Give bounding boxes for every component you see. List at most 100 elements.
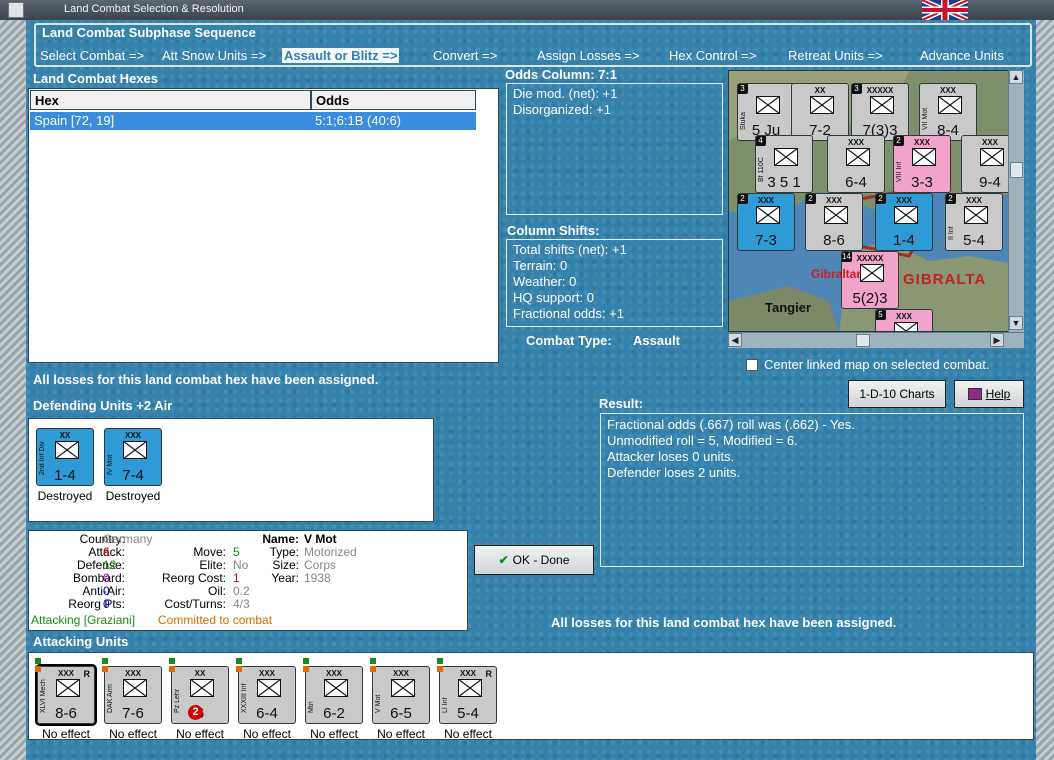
stack-count-badge: 3 — [852, 84, 862, 94]
unit-strength: 6-4 — [256, 705, 278, 722]
scroll-up-button[interactable]: ▲ — [1009, 70, 1023, 84]
elite-value: No — [233, 558, 249, 572]
phase-step-att-snow-units[interactable]: Att Snow Units => — [162, 48, 266, 63]
unit-strength: 1-4 — [893, 232, 915, 249]
unit-size-code: XXX — [392, 669, 409, 678]
checkmark-icon: ✔ — [498, 553, 509, 567]
unit-counter[interactable]: XXX Mtn 6-2 — [305, 666, 363, 724]
phase-step-assault-or-blitz[interactable]: Assault or Blitz => — [282, 48, 400, 63]
vertical-scroll-thumb[interactable] — [1010, 162, 1023, 178]
help-button[interactable]: Help — [954, 380, 1024, 408]
unit-counter[interactable]: XXX VII Mot 8-4 — [919, 83, 977, 141]
reorg-cost-label: Reorg Cost: — [161, 571, 226, 585]
unit-counter[interactable]: XXX 6-4 — [827, 135, 885, 193]
unit-counter[interactable]: XXX XXXIII Inf 6-4 — [238, 666, 296, 724]
unit-counter[interactable]: XXX XLVI Mech 8-6 R — [35, 664, 97, 726]
horizontal-scroll-thumb[interactable] — [856, 334, 870, 347]
unit-counter[interactable]: XX 7-2 — [791, 83, 849, 141]
unit-counter[interactable]: XXX II Inf 5-4 2 — [945, 193, 1003, 251]
unit-counter[interactable]: XX 2nd Inf Div 1-4 — [36, 428, 94, 486]
unit-counter[interactable]: XXX V Mot 6-5 — [372, 666, 430, 724]
hex-row-odds[interactable]: 5:1;6:1B (40:6) — [311, 112, 476, 130]
unit-size-code: XXX — [325, 669, 342, 678]
unit-type-symbol-icon — [55, 441, 79, 459]
phase-step-retreat-units[interactable]: Retreat Units => — [788, 48, 883, 63]
window-icon[interactable] — [8, 2, 24, 18]
stack-count-badge: 14 — [842, 252, 852, 262]
unit-counter[interactable]: XXX DAK Arm 7-6 — [104, 666, 162, 724]
supply-indicator-icon — [370, 658, 376, 664]
window-title: Land Combat Selection & Resolution — [64, 3, 244, 15]
result-line: Unmodified roll = 5, Modified = 6. — [607, 433, 798, 448]
scroll-right-button[interactable]: ▶ — [990, 333, 1004, 347]
unit-counter[interactable]: XXX 1-4 2 — [875, 193, 933, 251]
unit-counter[interactable]: XXX VIII Inf 3-3 2 — [893, 135, 951, 193]
unit-counter[interactable]: Bf 110C 3 5 14 — [755, 135, 813, 193]
center-map-label[interactable]: Center linked map on selected combat. — [764, 357, 989, 372]
scroll-down-button[interactable]: ▼ — [1009, 316, 1023, 330]
linked-map[interactable]: Stuka5 Ju 87B 13XX7-2XXXXX7(3)33XXXVII M… — [728, 70, 1024, 332]
odds-column-header[interactable]: Odds — [311, 90, 476, 110]
cost-turns-label: Cost/Turns: — [164, 597, 226, 611]
unit-type-symbol-icon — [980, 148, 1004, 166]
unit-counter[interactable]: XXXXX 7(3)3 3 — [851, 83, 909, 141]
result-line: Fractional odds (.667) roll was (.662) -… — [607, 417, 855, 432]
unit-status: No effect — [42, 727, 90, 741]
stack-count-badge: 3 — [738, 84, 748, 94]
hex-row-hex[interactable]: Spain [72, 19] — [30, 112, 311, 130]
map-vertical-scrollbar[interactable]: ▲ ▼ — [1008, 70, 1024, 332]
oil-value: 0.2 — [233, 584, 250, 598]
unit-counter[interactable]: XXX 7-3 2 — [737, 193, 795, 251]
phase-step-hex-control[interactable]: Hex Control => — [669, 48, 756, 63]
anti-air-value: 0 — [103, 584, 110, 598]
center-map-checkbox[interactable] — [746, 359, 758, 371]
unit-type-symbol-icon — [894, 322, 918, 331]
unit-size-code: XX — [59, 431, 71, 440]
hex-column-header[interactable]: Hex — [30, 90, 311, 110]
map-label-tangier: Tangier — [765, 300, 811, 315]
elite-label: Elite: — [199, 558, 226, 572]
phase-step-advance-units[interactable]: Advance Units — [920, 48, 1004, 63]
stack-count-badge: 4 — [756, 136, 766, 146]
map-horizontal-scrollbar[interactable]: ◀ ▶ — [728, 332, 1024, 348]
unit-counter[interactable]: XXX LI Inf 5-4 R — [439, 666, 497, 724]
result-box: Fractional odds (.667) roll was (.662) -… — [600, 413, 1024, 567]
unit-type-symbol-icon — [824, 206, 848, 224]
unit-size-code: XXX — [258, 669, 275, 678]
unit-strength: 5-4 — [963, 232, 985, 249]
hq-support-line: HQ support: 0 — [513, 290, 594, 305]
cost-turns-value: 4/3 — [233, 597, 250, 611]
phase-step-assign-losses[interactable]: Assign Losses => — [537, 48, 640, 63]
unit-strength: 8-6 — [55, 705, 77, 722]
unit-type-symbol-icon — [912, 148, 936, 166]
unit-size-code: XXX — [124, 431, 141, 440]
unit-type-symbol-icon — [257, 679, 281, 697]
unit-size-code: XX — [194, 669, 206, 678]
size-label: Size: — [272, 558, 299, 572]
ok-done-button[interactable]: ✔ OK - Done — [474, 545, 594, 575]
unit-counter[interactable]: XXX IV Mot 7-4 — [104, 428, 162, 486]
reorg-pts-label: Reorg Pts: — [68, 597, 125, 611]
unit-counter[interactable]: Stuka5 Ju 87B 13 — [737, 83, 795, 141]
supply-indicator-icon — [236, 658, 242, 664]
phase-step-convert[interactable]: Convert => — [433, 48, 497, 63]
unit-badge: 2 — [188, 705, 203, 720]
reorg-pts-value: 0 — [103, 597, 110, 611]
disorganized-line: Disorganized: +1 — [513, 102, 611, 117]
unit-type-symbol-icon — [190, 679, 214, 697]
reorg-cost-value: 1 — [233, 571, 240, 585]
unit-counter[interactable]: XXX 8-6 2 — [805, 193, 863, 251]
weather-line: Weather: 0 — [513, 274, 577, 289]
committed-indicator-icon — [303, 666, 309, 672]
unit-strength: 6-5 — [390, 705, 412, 722]
column-shifts-details: Total shifts (net): +1 Terrain: 0 Weathe… — [506, 239, 723, 327]
unit-type-symbol-icon — [774, 148, 798, 166]
title-bar: Land Combat Selection & Resolution — [0, 0, 1054, 20]
charts-button[interactable]: 1-D-10 Charts — [848, 380, 946, 408]
result-line: Attacker loses 0 units. — [607, 449, 735, 464]
scroll-left-button[interactable]: ◀ — [728, 333, 742, 347]
unit-counter[interactable]: XXPz Lehr62 — [171, 666, 229, 724]
unit-counter[interactable]: XXX 5 — [875, 309, 933, 331]
unit-type-symbol-icon — [123, 679, 147, 697]
phase-step-select-combat[interactable]: Select Combat => — [40, 48, 144, 63]
